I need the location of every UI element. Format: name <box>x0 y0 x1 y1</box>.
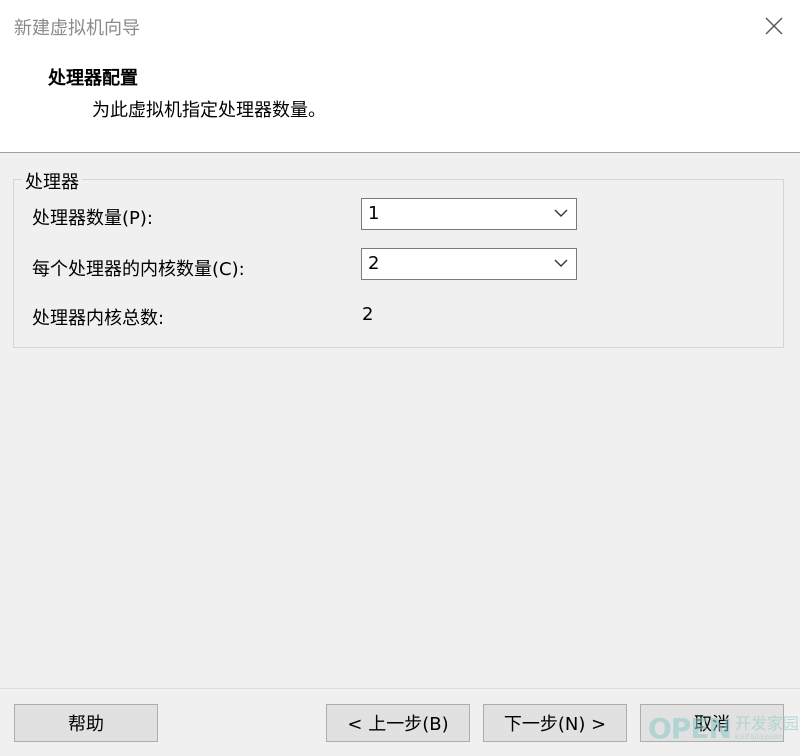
processor-count-select[interactable]: 1 <box>361 198 577 230</box>
watermark-logo: OPEN <box>648 712 732 745</box>
processor-count-label: 处理器数量(P): <box>32 208 153 229</box>
title-bar: 新建虚拟机向导 <box>0 0 800 52</box>
watermark: OPEN 开发家园 kaifajiayuan <box>648 712 799 745</box>
chevron-down-icon <box>554 259 568 267</box>
window-title: 新建虚拟机向导 <box>14 18 140 39</box>
page-subtitle: 为此虚拟机指定处理器数量。 <box>92 100 326 121</box>
processor-group-legend: 处理器 <box>22 168 82 194</box>
next-button[interactable]: 下一步(N) > <box>483 704 627 742</box>
back-button[interactable]: < 上一步(B) <box>326 704 470 742</box>
processor-count-value: 1 <box>368 203 380 224</box>
total-cores-value: 2 <box>362 304 374 325</box>
watermark-text: 开发家园 <box>734 713 799 733</box>
chevron-down-icon <box>554 209 568 217</box>
page-title: 处理器配置 <box>48 68 138 89</box>
cores-per-processor-label: 每个处理器的内核数量(C): <box>32 259 245 280</box>
cores-per-processor-select[interactable]: 2 <box>361 248 577 280</box>
close-icon <box>765 17 783 35</box>
watermark-subtext: kaifajiayuan <box>734 731 784 741</box>
cores-per-processor-value: 2 <box>368 253 380 274</box>
footer-divider <box>0 688 800 689</box>
wizard-header: 处理器配置 为此虚拟机指定处理器数量。 <box>0 52 800 153</box>
close-button[interactable] <box>754 8 794 44</box>
help-button[interactable]: 帮助 <box>14 704 158 742</box>
total-cores-label: 处理器内核总数: <box>32 308 165 329</box>
